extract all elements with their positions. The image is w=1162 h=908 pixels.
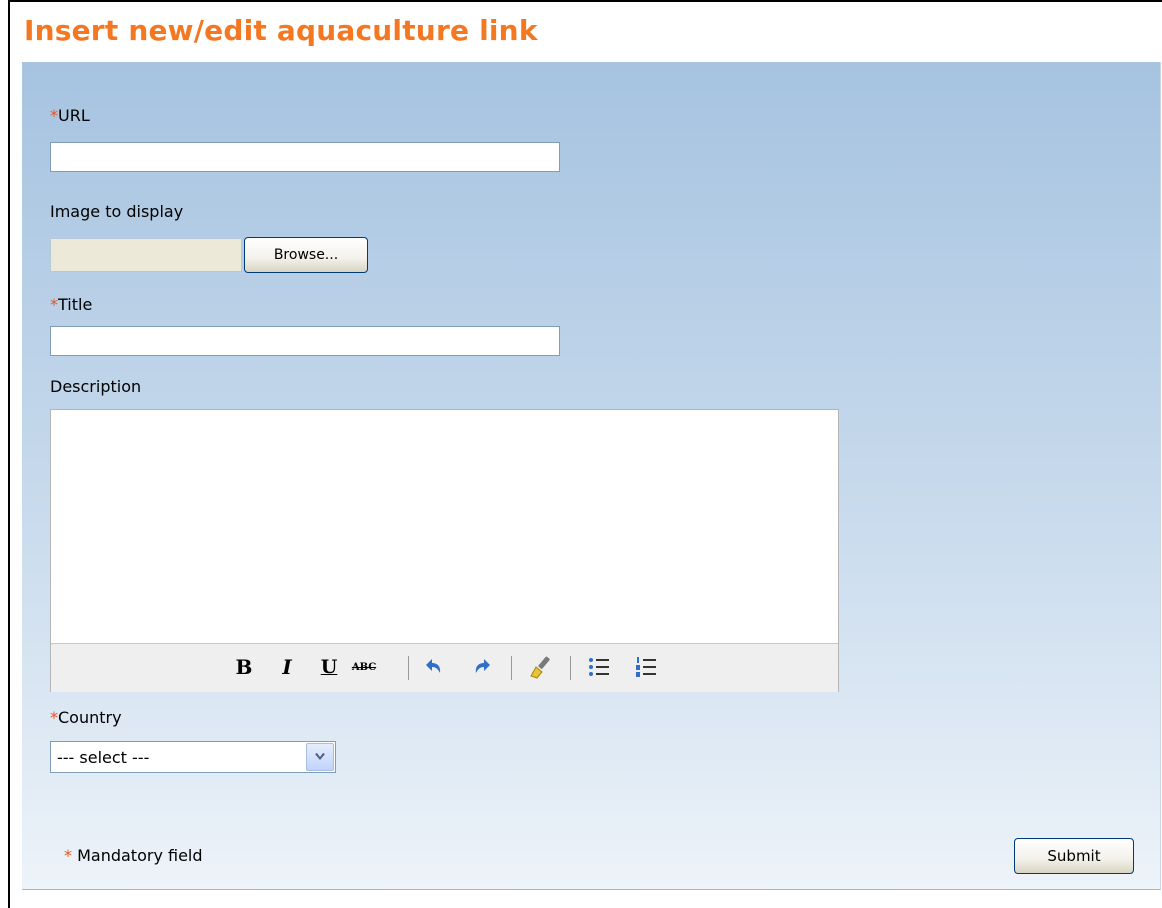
bold-button[interactable]: B bbox=[229, 652, 259, 682]
country-select[interactable]: --- select --- bbox=[50, 741, 336, 773]
underline-button[interactable]: U bbox=[314, 652, 344, 682]
url-label-text: URL bbox=[58, 106, 90, 125]
toolbar-separator bbox=[570, 656, 571, 680]
required-marker: * bbox=[50, 708, 58, 727]
numbered-list-icon bbox=[636, 657, 656, 677]
country-selected-value: --- select --- bbox=[57, 748, 150, 767]
bullet-list-icon bbox=[589, 658, 609, 676]
bullet-list-button[interactable] bbox=[584, 652, 614, 682]
title-label-text: Title bbox=[58, 295, 93, 314]
cleanup-button[interactable] bbox=[526, 652, 556, 682]
title-label: *Title bbox=[50, 295, 92, 314]
submit-button[interactable]: Submit bbox=[1014, 838, 1134, 874]
undo-button[interactable] bbox=[419, 652, 449, 682]
required-marker: * bbox=[64, 846, 72, 865]
redo-icon bbox=[475, 659, 490, 673]
strikethrough-button[interactable]: ABC bbox=[349, 652, 379, 682]
country-dropdown-button[interactable] bbox=[306, 743, 334, 771]
undo-icon bbox=[426, 659, 441, 673]
cleanup-brush-icon bbox=[530, 656, 550, 679]
italic-button[interactable]: I bbox=[272, 652, 302, 682]
country-label: *Country bbox=[50, 708, 122, 727]
url-label: *URL bbox=[50, 106, 90, 125]
chevron-down-icon bbox=[315, 753, 325, 760]
page-title: Insert new/edit aquaculture link bbox=[24, 14, 538, 47]
frame-top-border bbox=[8, 0, 1162, 2]
description-editor: B I U ABC bbox=[50, 409, 839, 692]
mandatory-note: * Mandatory field bbox=[64, 846, 203, 865]
numbered-list-button[interactable] bbox=[631, 652, 661, 682]
image-file-path-field[interactable] bbox=[50, 238, 242, 272]
url-input[interactable] bbox=[50, 142, 560, 172]
redo-button[interactable] bbox=[467, 652, 497, 682]
editor-toolbar: B I U ABC bbox=[51, 643, 838, 692]
browse-button[interactable]: Browse... bbox=[244, 237, 368, 273]
mandatory-note-text: Mandatory field bbox=[77, 846, 203, 865]
required-marker: * bbox=[50, 295, 58, 314]
toolbar-separator bbox=[408, 656, 409, 680]
description-label: Description bbox=[50, 377, 142, 396]
required-marker: * bbox=[50, 106, 58, 125]
image-label: Image to display bbox=[50, 202, 184, 221]
country-label-text: Country bbox=[58, 708, 122, 727]
description-textarea[interactable] bbox=[51, 410, 838, 642]
title-input[interactable] bbox=[50, 326, 560, 356]
frame-left-border bbox=[8, 0, 10, 908]
toolbar-separator bbox=[511, 656, 512, 680]
